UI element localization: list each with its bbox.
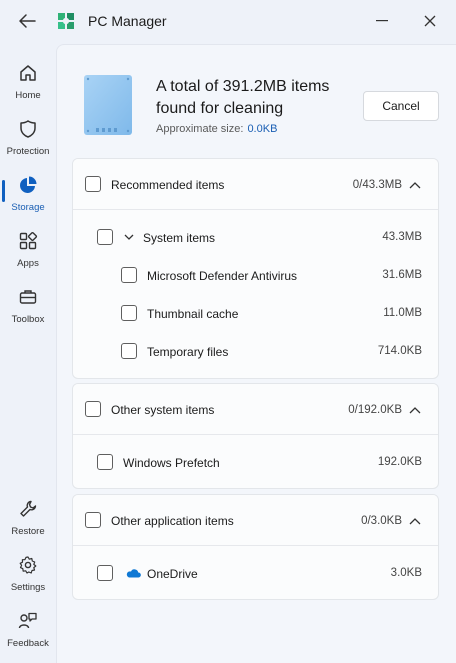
group-size: 0/192.0KB [348,404,402,416]
other-application-items-checkbox[interactable] [85,512,101,528]
chevron-up-icon [409,407,421,414]
sidebar-item-settings[interactable]: Settings [0,550,56,602]
sidebar-item-restore[interactable]: Restore [0,494,56,546]
collapse-button[interactable] [408,514,422,528]
sidebar-item-toolbox[interactable]: Toolbox [0,282,56,334]
item-label: Microsoft Defender Antivirus [147,269,298,283]
back-button[interactable] [14,10,40,32]
title-bar: PC Manager [0,0,456,42]
onedrive-cloud-icon [126,569,141,578]
item-checkbox[interactable] [121,305,137,321]
item-checkbox[interactable] [97,565,113,581]
chevron-up-icon [409,518,421,525]
group-title: Other application items [111,514,234,528]
sidebar-item-label: Home [15,90,41,101]
app-title: PC Manager [88,13,167,29]
close-icon [424,15,436,27]
pc-manager-logo-icon [58,13,74,29]
item-label: Windows Prefetch [123,456,220,470]
item-label: Temporary files [147,345,229,359]
recommended-items-card: Recommended items 0/43.3MB System items … [72,158,439,379]
wrench-icon [17,498,39,520]
approximate-size: Approximate size: 0.0KB [156,123,277,135]
sidebar-item-label: Feedback [7,638,49,649]
group-title: Other system items [111,403,215,417]
sidebar-item-home[interactable]: Home [0,58,56,110]
minimize-icon [376,20,388,22]
toolbox-icon [17,286,39,308]
storage-cleanup-panel: A total of 391.2MB items found for clean… [56,44,456,663]
list-item[interactable]: Microsoft Defender Antivirus 31.6MB [73,256,438,294]
hard-drive-illustration-icon [84,75,132,135]
cancel-button[interactable]: Cancel [363,91,439,121]
chevron-up-icon [409,182,421,189]
item-size: 192.0KB [377,456,422,468]
item-size: 714.0KB [377,345,422,357]
item-checkbox[interactable] [97,454,113,470]
sidebar-item-label: Storage [11,202,45,213]
sidebar-item-label: Settings [10,582,46,593]
other-system-items-checkbox[interactable] [85,401,101,417]
sidebar-item-feedback[interactable]: Feedback [0,606,56,658]
expand-button[interactable] [123,231,135,243]
approximate-size-value: 0.0KB [247,123,278,135]
system-items-checkbox[interactable] [97,229,113,245]
sidebar-item-apps[interactable]: Apps [0,226,56,278]
group-header[interactable]: Recommended items 0/43.3MB [73,159,438,210]
feedback-icon [17,610,39,632]
home-icon [17,62,39,84]
subgroup-size: 43.3MB [382,231,422,243]
group-header[interactable]: Other application items 0/3.0KB [73,495,438,546]
other-application-items-card: Other application items 0/3.0KB OneDrive… [72,494,439,600]
cleanup-summary-headline: A total of 391.2MB items found for clean… [156,78,330,117]
group-size: 0/43.3MB [352,179,402,191]
group-title: Recommended items [111,178,225,192]
item-checkbox[interactable] [121,267,137,283]
pie-chart-icon [17,174,39,196]
group-header[interactable]: Other system items 0/192.0KB [73,384,438,435]
chevron-down-icon [124,234,134,240]
sidebar-item-storage[interactable]: Storage [0,170,56,222]
list-item[interactable]: Temporary files 714.0KB [73,332,438,370]
item-size: 31.6MB [382,269,422,281]
sidebar-item-label: Protection [6,146,50,157]
item-label: Thumbnail cache [147,307,239,321]
sidebar-item-label: Toolbox [11,314,45,325]
item-label: OneDrive [147,567,198,581]
list-item[interactable]: System items 43.3MB [73,218,438,256]
list-item[interactable]: Windows Prefetch 192.0KB [73,443,438,481]
approximate-size-label: Approximate size: [156,123,244,135]
list-item[interactable]: Thumbnail cache 11.0MB [73,294,438,332]
item-size: 3.0KB [390,567,422,579]
minimize-button[interactable] [372,12,392,30]
sidebar-item-label: Restore [11,526,45,537]
sidebar: Home Protection Storage Apps Toolbox Res… [0,42,56,663]
active-indicator [2,180,5,202]
collapse-button[interactable] [408,403,422,417]
recommended-items-checkbox[interactable] [85,176,101,192]
shield-icon [17,118,39,140]
other-system-items-card: Other system items 0/192.0KB Windows Pre… [72,383,439,489]
sidebar-item-label: Apps [17,258,39,269]
item-size: 11.0MB [383,307,422,319]
sidebar-item-protection[interactable]: Protection [0,114,56,166]
gear-icon [17,554,39,576]
collapse-button[interactable] [408,178,422,192]
list-item[interactable]: OneDrive 3.0KB [73,554,438,592]
apps-icon [17,230,39,252]
group-size: 0/3.0KB [361,515,402,527]
close-button[interactable] [420,12,440,30]
item-checkbox[interactable] [121,343,137,359]
back-arrow-icon [19,14,36,28]
subgroup-title: System items [143,231,216,245]
